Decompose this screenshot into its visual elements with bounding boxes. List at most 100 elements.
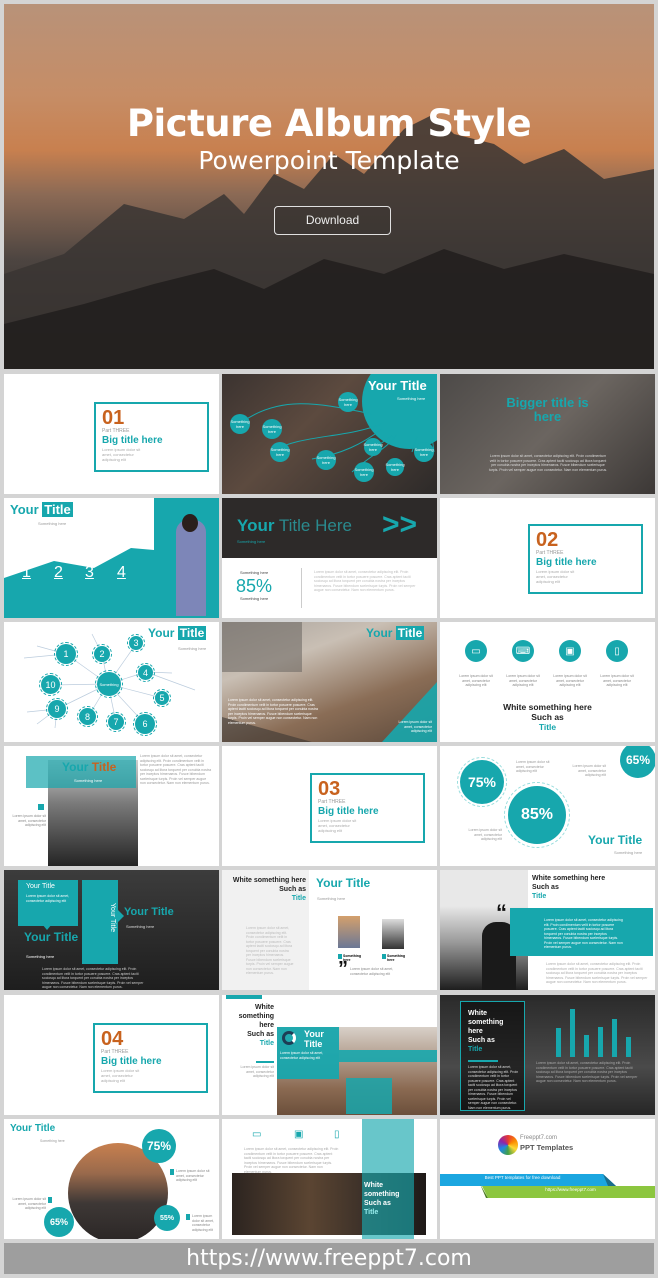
divider [301,568,302,608]
slide-section-04[interactable]: 04 Part THREE Big title here Lorem ipsum… [4,995,219,1115]
slide-section-01[interactable]: 01 Part THREE Big title here Lorem ipsum… [4,374,219,494]
slide-two-photos[interactable]: White something here Such as Title Lorem i… [222,870,437,990]
slide-bar-chart[interactable]: White something here Such as Title Lorem ips… [440,995,655,1115]
slide-portrait[interactable]: Your Title Something here Lorem ipsum do… [4,746,219,866]
stat-circle: 75% [142,1129,176,1163]
hub-node: 3 [126,633,146,653]
ribbon-url[interactable]: https://www.freeppt7.com [488,1187,653,1192]
slide-title: Your Title [366,626,425,640]
brand-name: Freeppt7.com [520,1135,558,1141]
footer-url[interactable]: https://www.freeppt7.com [4,1243,654,1274]
underline [468,1060,498,1062]
slide-chairs[interactable]: Your Title Lorem ipsum dolor sit amet, c… [222,622,437,742]
bubble: Something here [363,438,383,456]
slide-brand[interactable]: Freeppt7.com PPT Templates Best PPT temp… [440,1119,655,1239]
slide-hub[interactable]: Your Title Something here Something 1 2 … [4,622,219,742]
icon-text: Lorem ipsum dolor sit amet, consectetur … [600,674,634,687]
slide-chair-teal[interactable]: White something here Such as Title Lorem ips… [222,995,437,1115]
slide-text: Lorem ipsum dolor sit amet, consectetur … [244,1147,339,1174]
teal-block [346,1078,392,1114]
stat-text: Lorem ipsum dolor sit amet, consectetur … [12,1197,46,1210]
icon-text: Lorem ipsum dolor sit amet, consectetur … [506,674,540,687]
hub-node: 1 [53,641,79,667]
icon-text: Lorem ipsum dolor sit amet, consectetur … [459,674,493,687]
download-button[interactable]: Download [274,206,391,235]
slide-devices[interactable]: ▭ ⌨ ▣ ▯ Lorem ipsum dolor sit amet, cons… [440,622,655,742]
step-number: 4 [117,564,126,581]
bullet-square [186,1214,190,1220]
chart-text: Lorem ipsum dolor sit amet, consectetur … [536,1061,638,1083]
hub-node: 7 [105,711,127,733]
section-box: 02 Part THREE Big title here Lorem ipsum… [528,524,643,594]
slide-section-02[interactable]: 02 Part THREE Big title here Lorem ipsum… [440,498,655,618]
step-number: 1 [22,564,31,581]
slide-text: Lorem ipsum dolor sit amet, consectetur … [140,754,212,785]
stat-label: Something here [240,570,269,575]
slide-title: Your Title [62,760,117,774]
monitor-chart-icon: ▭ [465,640,487,662]
chart-bar [612,1018,617,1057]
hub-node: 10 [38,672,63,697]
mobile-icon: ▯ [606,640,628,662]
section-number: 03 [318,778,341,800]
bullet-square [170,1169,174,1175]
slide-bubbles[interactable]: Your Title Something here Something here… [222,374,437,494]
bubble: Something here [354,462,374,482]
bullet-square [48,1197,52,1203]
slide-subtitle: Something here [614,850,643,855]
flower-logo-icon [498,1135,518,1155]
slide-city-dark[interactable]: Your Title Lorem ipsum dolor sit amet, c… [4,870,219,990]
hub-node: 9 [45,697,69,721]
step-number: 3 [85,564,94,581]
slide-title: Your Title [304,1029,324,1049]
person-photo [176,520,206,616]
stat-text: Lorem ipsum dolor sit amet, consectetur … [516,760,550,773]
slide-title: Your Title [10,1123,56,1134]
hub-node: 5 [152,688,172,708]
slide-heading: White something here Such as Title [468,1010,504,1053]
section-text: Lorem ipsum dolor sit amet, consectetur … [102,447,141,462]
laptop-icon: ▭ [252,1129,262,1140]
slide-title: Your Title [148,626,207,640]
stat-circle: 65% [44,1207,74,1237]
slide-title: Your Title [10,502,73,517]
hub-center: Something [94,669,124,699]
left-text: Lorem ipsum dolor sit amet, consectetur … [240,1065,274,1078]
right-title: Your Title [124,906,174,918]
quote-icon: “ [496,900,507,925]
accent-bar [226,995,262,999]
stat-text: Lorem ipsum dolor sit amet, consectetur … [192,1214,214,1232]
quote-icon: ” [338,958,348,980]
stat-text: Lorem ipsum dolor sit amet, consectetur … [176,1169,210,1182]
bubble: Something here [338,392,358,412]
slide-sunset-circle[interactable]: Your Title Something here 75% 65% 55% Lo… [4,1119,219,1239]
frame-text: Lorem ipsum dolor sit amet, consectetur … [468,1065,519,1110]
slide-stat-85[interactable]: Your Title Here >> Something here Someth… [222,498,437,618]
slide-heading: White something here Such as Title [532,875,606,900]
bubble: Something here [414,442,434,462]
stat-text: Lorem ipsum dolor sit amet, consectetur … [468,828,502,841]
slide-text: Lorem ipsum dolor sit amet, consectetur … [314,570,416,592]
stat-text: Lorem ipsum dolor sit amet, consectetur … [572,764,606,777]
slide-cafe[interactable]: ▭ ▣ ▯ Lorem ipsum dolor sit amet, consec… [222,1119,437,1239]
slide-text: Lorem ipsum dolor sit amet, consectetur … [42,967,144,989]
slide-quote-man[interactable]: White something here Such as Title “ Lorem… [440,870,655,990]
teal-column [362,1119,414,1239]
slide-section-03[interactable]: 03 Part THREE Big title here Lorem ipsum… [222,746,437,866]
slide-percent-circles[interactable]: 75% 85% 65% Lorem ipsum dolor sit amet, … [440,746,655,866]
slide-subtitle: Something here [237,539,266,544]
slide-steps[interactable]: Your Title Something here 1 2 3 4 [4,498,219,618]
quote-text: Lorem ipsum dolor sit amet, consectetur … [350,967,394,976]
section-number: 01 [102,407,125,429]
section-title: Big title here [101,1056,162,1067]
chart-bar [598,1027,603,1057]
section-title: Big title here [102,435,163,446]
desktop-icon: ▣ [294,1129,304,1140]
section-number: 02 [536,529,559,551]
stat-circle: 85% [504,782,570,848]
hub-node: 6 [132,711,158,737]
slide-title: Your Title Here [237,516,352,535]
slide-bigger-title[interactable]: Bigger title is here Lorem ipsum dolor s… [440,374,655,494]
donut-chart-icon [282,1031,296,1045]
desktop-icon: ▣ [559,640,581,662]
